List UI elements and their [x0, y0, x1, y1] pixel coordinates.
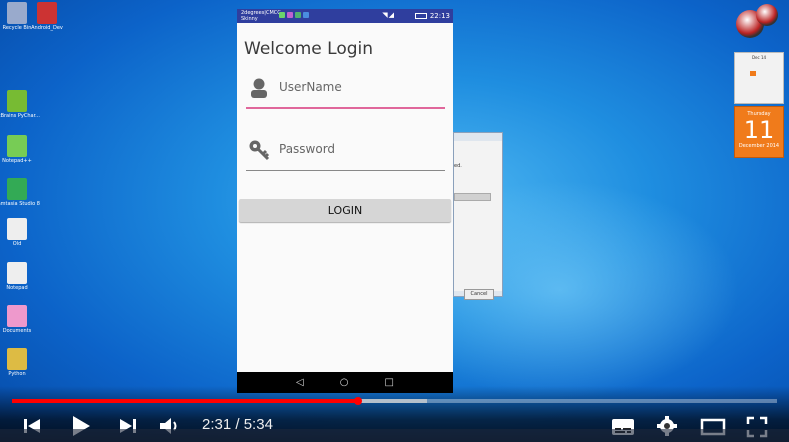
- progress-scrubber[interactable]: [353, 397, 362, 405]
- notification-app-icon: [279, 12, 285, 18]
- desktop-icon-label: Notepad++: [2, 158, 32, 164]
- status-time: 22:13: [429, 12, 450, 20]
- desktop-icon[interactable]: Documents: [0, 305, 34, 334]
- desktop-icon[interactable]: Notepad++: [0, 135, 34, 164]
- notification-app-icon: [295, 12, 301, 18]
- desktop-icon-label: Documents: [2, 328, 32, 334]
- notification-app-icon: [287, 12, 293, 18]
- password-input[interactable]: Password: [279, 142, 335, 156]
- username-input[interactable]: UserName: [279, 80, 342, 94]
- page-title: Welcome Login: [244, 39, 374, 59]
- desktop-icon-image: [7, 178, 27, 200]
- dialog-body: ed. Cancel: [454, 141, 502, 300]
- desktop-icon-image: [7, 2, 27, 24]
- desktop-icon[interactable]: JetBrains PyChar...: [0, 90, 40, 119]
- calendar-day-number: 11: [743, 116, 775, 144]
- desktop-icon[interactable]: Camtasia Studio 8: [0, 178, 40, 207]
- desktop-icon-image: [7, 90, 27, 112]
- background-dialog-window[interactable]: ed. Cancel: [453, 132, 503, 300]
- password-underline: [246, 170, 445, 171]
- calendar-month-view: Dec 14: [734, 52, 784, 104]
- desktop-icon-image: [7, 348, 27, 370]
- desktop-icon[interactable]: Android_Dev: [30, 2, 64, 31]
- desktop-icon-label: JetBrains PyChar...: [0, 113, 40, 119]
- desktop-icon[interactable]: Python: [0, 348, 34, 377]
- notification-icons: [279, 12, 309, 18]
- calendar-month-year: December 2014: [738, 143, 780, 149]
- key-icon: [249, 140, 270, 161]
- signal-icon: ◥◢: [382, 11, 395, 19]
- dialog-text: ed.: [454, 163, 462, 169]
- username-underline: [246, 107, 445, 109]
- password-field[interactable]: Password: [246, 133, 445, 171]
- android-emulator-screen: 2degrees|CMCC Skinny ◥◢ 22:13 Welcome Lo…: [237, 9, 453, 393]
- desktop-icon-image: [7, 262, 27, 284]
- carrier-label: 2degrees|CMCC Skinny: [241, 10, 281, 22]
- battery-icon: [415, 13, 427, 19]
- calendar-day-grid: [735, 60, 783, 92]
- desktop-icon-image: [7, 218, 27, 240]
- desktop-icon-image: [37, 2, 57, 24]
- progress-played[interactable]: [12, 399, 358, 403]
- desktop-icon-image: [7, 305, 27, 327]
- desktop-icon-label: Android_Dev: [31, 25, 63, 31]
- status-bar: 2degrees|CMCC Skinny ◥◢ 22:13: [237, 9, 453, 23]
- username-field[interactable]: UserName: [246, 71, 445, 109]
- desktop-icon-label: Camtasia Studio 8: [0, 201, 40, 207]
- desktop-icon[interactable]: Notepad: [0, 262, 34, 291]
- calendar-today-card: Thursday 11 December 2014: [734, 106, 784, 158]
- windows-taskbar: [0, 429, 789, 442]
- dialog-cancel-button[interactable]: Cancel: [464, 289, 494, 300]
- desktop-icon-label: Recycle Bin: [2, 25, 32, 31]
- desktop-icon-image: [7, 135, 27, 157]
- desktop: Recycle BinAndroid_Dev JetBrains PyChar..…: [0, 0, 789, 442]
- desktop-icon-label: Notepad: [6, 285, 28, 291]
- desktop-icon-label: Old: [12, 241, 22, 247]
- desktop-gadget-icon[interactable]: [736, 4, 782, 40]
- flag-icon: [303, 12, 309, 18]
- desktop-icon[interactable]: Old: [0, 218, 34, 247]
- dialog-progress-bar: [454, 193, 491, 201]
- desktop-icon-label: Python: [8, 371, 26, 377]
- calendar-gadget[interactable]: Dec 14 Thursday 11 December 2014: [734, 52, 784, 158]
- user-icon: [251, 78, 267, 98]
- calendar-day-cell[interactable]: [775, 86, 781, 91]
- desktop-icon[interactable]: Recycle Bin: [0, 2, 34, 31]
- login-button[interactable]: LOGIN: [239, 199, 451, 222]
